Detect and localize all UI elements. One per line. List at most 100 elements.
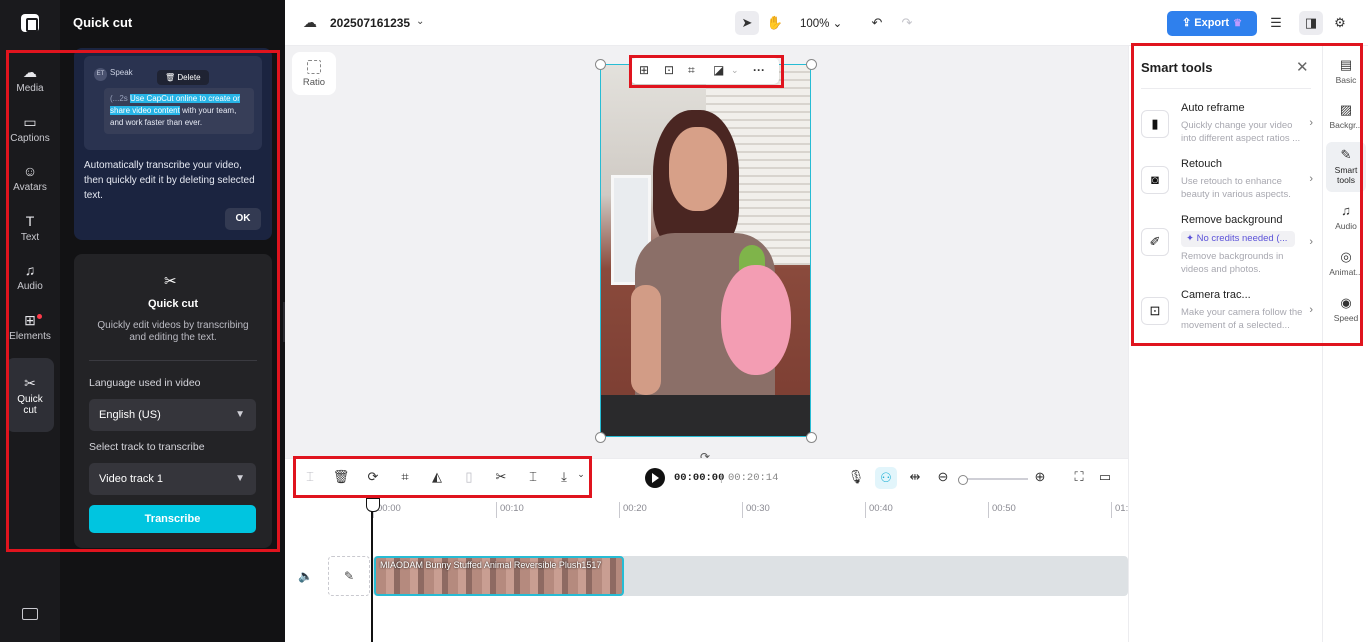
time-separator: | — [720, 472, 723, 484]
rail-item-label: Audio — [17, 281, 43, 292]
project-name[interactable]: 202507161235 — [330, 16, 410, 30]
capcut-logo-icon[interactable] — [21, 14, 39, 32]
crop-icon[interactable]: ⌗ — [394, 469, 416, 485]
resize-handle[interactable] — [806, 59, 817, 70]
ruler-tick: 00:40 — [865, 502, 893, 518]
rail-item-audio[interactable]: ♫ Audio — [6, 254, 54, 300]
speaker-label: ET Speak — [94, 68, 133, 81]
video-clip[interactable]: MIAODAM Bunny Stuffed Animal Reversible … — [374, 556, 624, 596]
mask-icon[interactable]: ◪ — [713, 63, 724, 77]
keyboard-icon[interactable] — [22, 608, 38, 620]
chevron-down-icon[interactable]: ⌄ — [570, 469, 592, 480]
resize-handle[interactable] — [806, 432, 817, 443]
hand-pan-icon[interactable]: ✋ — [763, 11, 787, 35]
clip-name: MIAODAM Bunny Stuffed Animal Reversible … — [380, 560, 602, 570]
track-volume-icon[interactable]: 🔈 — [298, 569, 313, 583]
smart-tools-panel: Smart tools ✕ ▮ Auto reframe Quickly cha… — [1128, 46, 1322, 642]
export-button[interactable]: ⇪ Export ♛ — [1167, 11, 1257, 36]
language-label: Language used in video — [89, 377, 201, 389]
rail-item-media[interactable]: ☁ Media — [6, 56, 54, 102]
ratio-icon — [307, 60, 321, 74]
ok-button[interactable]: OK — [225, 208, 261, 230]
rail-item-smart-tools[interactable]: ✎ Smart tools — [1326, 142, 1366, 192]
select-pointer-icon[interactable]: ➤ — [735, 11, 759, 35]
split-icon[interactable]: ⌶ — [299, 469, 321, 485]
tool-remove-background[interactable]: ✐ Remove background ✦ No credits needed … — [1141, 214, 1313, 275]
transcribe-button[interactable]: Transcribe — [89, 505, 256, 533]
chevron-down-icon[interactable]: ⌄ — [731, 65, 739, 76]
flip-icon[interactable]: ◭ — [426, 469, 448, 485]
timeline-zoom-slider[interactable] — [958, 475, 1028, 485]
tool-name: Retouch — [1181, 158, 1222, 170]
divider — [1141, 88, 1311, 89]
resize-handle[interactable] — [595, 432, 606, 443]
rail-item-quick-cut[interactable]: ✂ Quick cut — [6, 358, 54, 432]
ruler-tick: 01: — [1111, 502, 1128, 518]
rail-item-background[interactable]: ▨ Backgr... — [1326, 97, 1366, 143]
trim-icon[interactable]: ⌶ — [522, 469, 544, 485]
music-note-icon: ♫ — [24, 262, 36, 278]
zoom-dropdown[interactable]: 100% ⌄ — [800, 16, 842, 30]
cloud-sync-icon[interactable]: ☁ — [303, 14, 317, 31]
playhead[interactable] — [366, 498, 380, 642]
play-button[interactable] — [645, 468, 665, 488]
text-icon: T — [25, 213, 35, 229]
ai-expand-icon[interactable]: ⊞ — [639, 63, 649, 77]
crop-icon[interactable]: ⌗ — [688, 63, 695, 78]
comment-icon[interactable]: ▭ — [1094, 469, 1116, 485]
microphone-icon[interactable]: 🎙 — [845, 469, 867, 485]
track-select[interactable]: Video track 1 ▼ — [89, 463, 256, 495]
zoom-out-icon[interactable]: ⊖ — [932, 469, 954, 485]
crown-icon: ♛ — [1233, 18, 1243, 29]
speed-icon[interactable]: ⟳ — [362, 469, 384, 485]
rail-item-avatars[interactable]: ☺ Avatars — [6, 155, 54, 201]
rail-item-text[interactable]: T Text — [6, 205, 54, 251]
delete-pill: 🗑 Delete — [157, 70, 209, 85]
track-edit-button[interactable]: ✎ — [328, 556, 370, 596]
ratio-button[interactable]: Ratio — [292, 52, 336, 95]
split-scene-icon[interactable]: ⇹ — [904, 469, 926, 485]
speed-icon: ◉ — [1340, 295, 1352, 310]
layout-panel-icon[interactable]: ◨ — [1299, 11, 1323, 35]
video-preview[interactable] — [600, 64, 811, 437]
floating-toolbar: ⊞ ⊡ ⌗ ◪ ⌄ ··· — [631, 58, 779, 84]
fit-icon[interactable]: ⊡ — [664, 63, 674, 77]
settings-gear-icon[interactable]: ⚙ — [1328, 11, 1352, 35]
time-ruler[interactable]: 00:00 00:10 00:20 00:30 00:40 00:50 01: — [373, 502, 1133, 518]
rail-item-speed[interactable]: ◉ Speed — [1326, 290, 1366, 336]
rail-item-captions[interactable]: ▭ Captions — [6, 106, 54, 152]
zoom-in-icon[interactable]: ⊕ — [1029, 469, 1051, 485]
music-note-icon: ♫ — [1341, 203, 1351, 218]
resize-handle[interactable] — [595, 59, 606, 70]
rail-item-label: Quick cut — [17, 393, 43, 416]
more-options-icon[interactable]: ··· — [753, 63, 765, 77]
ai-magnet-icon[interactable]: ⚇ — [875, 467, 897, 489]
rail-item-label: Captions — [10, 133, 50, 144]
freeze-icon[interactable]: ▯ — [458, 469, 480, 485]
basic-icon: ▤ — [1339, 57, 1353, 72]
chevron-right-icon: › — [1309, 236, 1313, 248]
quick-cut-description: Quickly edit videos by transcribing and … — [97, 320, 249, 343]
ruler-tick: 00:20 — [619, 502, 647, 518]
close-icon[interactable]: ✕ — [1296, 58, 1309, 76]
tool-auto-reframe[interactable]: ▮ Auto reframe Quickly change your video… — [1141, 102, 1313, 152]
redo-icon[interactable]: ↷ — [895, 11, 919, 35]
divider — [89, 360, 257, 361]
tool-camera-tracking[interactable]: ⊡ Camera trac... Make your camera follow… — [1141, 289, 1313, 339]
quick-cut-icon[interactable]: ✂ — [490, 469, 512, 485]
rail-item-basic[interactable]: ▤ Basic — [1326, 52, 1366, 98]
timeline: 00:00 00:10 00:20 00:30 00:40 00:50 01: … — [285, 498, 1128, 642]
language-select[interactable]: English (US) ▼ — [89, 399, 256, 431]
undo-icon[interactable]: ↶ — [865, 11, 889, 35]
magic-eraser-icon: ✐ — [1141, 228, 1169, 256]
delete-icon[interactable]: 🗑 — [330, 469, 352, 485]
tip-card: ET Speak 🗑 Delete (...2s Use CapCut onlin… — [74, 48, 272, 240]
fullscreen-icon[interactable]: ⛶ — [1068, 469, 1090, 485]
elements-icon: ⊞ — [24, 312, 36, 328]
rail-item-audio[interactable]: ♫ Audio — [1326, 198, 1366, 244]
chevron-down-icon[interactable]: ⌄ — [416, 16, 424, 27]
layers-icon[interactable]: ☰ — [1264, 11, 1288, 35]
tool-retouch[interactable]: ◙ Retouch Use retouch to enhance beauty … — [1141, 158, 1313, 208]
rail-item-animation[interactable]: ◎ Animat... — [1326, 244, 1366, 290]
rail-item-elements[interactable]: ⊞ Elements — [6, 304, 54, 350]
